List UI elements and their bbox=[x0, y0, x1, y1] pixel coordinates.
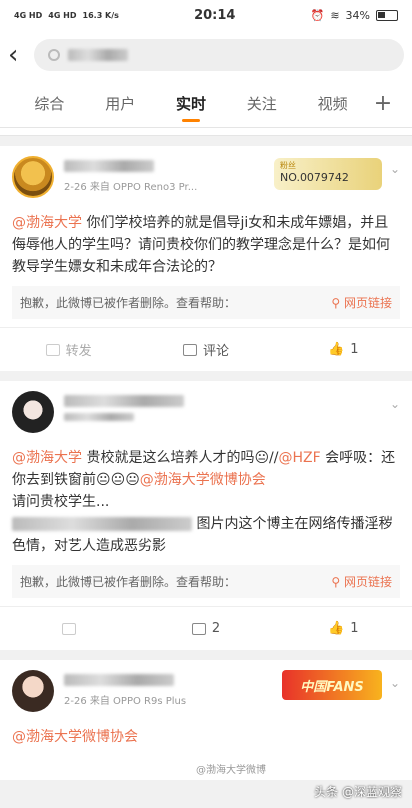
post-text: @渤海大学 你们学校培养的就是倡导ji女和未成年嫖娼，并且侮辱他人的学生吗？请问… bbox=[0, 208, 412, 286]
post-header: 2-26 来自 OPPO R9s Plus 中国FANS ⌄ bbox=[0, 660, 412, 722]
clock: 20:14 bbox=[194, 7, 236, 23]
deleted-notice: 抱歉，此微博已被作者删除。查看帮助： ⚲ 网页链接 bbox=[12, 565, 400, 598]
web-link-label: 网页链接 bbox=[343, 575, 392, 589]
blurred-text bbox=[12, 517, 192, 531]
search-row: ‹ bbox=[0, 30, 412, 80]
like-button[interactable]: 👍 1 bbox=[275, 342, 412, 357]
search-query-blurred bbox=[68, 49, 128, 61]
tab-comprehensive[interactable]: 综合 bbox=[14, 80, 85, 128]
repost-icon bbox=[61, 622, 76, 635]
mention-link[interactable]: @渤海大学微博协会 bbox=[12, 729, 138, 745]
battery-percent: 34% bbox=[345, 8, 370, 22]
battery-icon bbox=[375, 9, 398, 21]
tab-users[interactable]: 用户 bbox=[85, 80, 156, 128]
inline-watermark: @渤海大学微博 bbox=[196, 765, 266, 776]
username-blurred[interactable] bbox=[64, 395, 184, 407]
like-count: 1 bbox=[350, 621, 359, 636]
comment-label: 评论 bbox=[202, 344, 229, 359]
web-link-label: 网页链接 bbox=[343, 296, 392, 310]
tab-following[interactable]: 关注 bbox=[226, 80, 297, 128]
tab-bar: 综合 用户 实时 关注 视频 + bbox=[0, 80, 412, 128]
fan-badge: 粉丝 NO.0079742 bbox=[274, 158, 382, 190]
status-bar: 4G HD 4G HD 16.3 K/s 20:14 ⏰ ≋ 34% bbox=[0, 0, 412, 30]
previous-post-strip bbox=[0, 128, 412, 136]
post-actions: 转发 评论 👍 1 bbox=[0, 327, 412, 371]
post-actions: 2 👍 1 bbox=[0, 606, 412, 650]
username-blurred[interactable] bbox=[64, 674, 174, 686]
wifi-icon: ≋ bbox=[330, 8, 340, 22]
post-content: 贵校就是这么培养人才的吗😐// bbox=[82, 450, 279, 466]
mention-link[interactable]: @渤海大学 bbox=[12, 450, 82, 466]
fan-badge-title: 粉丝 bbox=[280, 161, 296, 170]
post-meta bbox=[64, 391, 400, 433]
source-watermark: 头条 @深蓝观察 bbox=[314, 785, 402, 799]
repost-button[interactable]: 转发 bbox=[0, 340, 137, 359]
search-icon bbox=[48, 49, 60, 61]
comment-button[interactable]: 2 bbox=[137, 621, 274, 636]
mention-link[interactable]: @HZF bbox=[278, 450, 320, 466]
chevron-down-icon[interactable]: ⌄ bbox=[390, 397, 400, 411]
deleted-notice-text: 抱歉，此微博已被作者删除。查看帮助： bbox=[20, 296, 237, 310]
post-text: @渤海大学 贵校就是这么培养人才的吗😐//@HZF 会呼吸：还你去到铁窗前😐😐😐… bbox=[0, 443, 412, 565]
mention-link[interactable]: @渤海大学微博协会 bbox=[140, 472, 266, 488]
like-button[interactable]: 👍 1 bbox=[275, 621, 412, 636]
post-header: ⌄ bbox=[0, 381, 412, 443]
comment-button[interactable]: 评论 bbox=[137, 340, 274, 359]
deleted-notice-text: 抱歉，此微博已被作者删除。查看帮助： bbox=[20, 575, 237, 589]
post-text: @渤海大学微博协会 bbox=[0, 722, 412, 756]
deleted-notice: 抱歉，此微博已被作者删除。查看帮助： ⚲ 网页链接 bbox=[12, 286, 400, 319]
post-content: 请问贵校学生... bbox=[12, 494, 110, 510]
comment-icon bbox=[191, 622, 206, 635]
add-tab-icon[interactable]: + bbox=[368, 91, 398, 116]
like-count: 1 bbox=[350, 342, 359, 357]
fan-badge-number: NO.0079742 bbox=[280, 171, 349, 184]
post-header: 2-26 来自 OPPO Reno3 Pr... 粉丝 NO.0079742 ⌄ bbox=[0, 146, 412, 208]
web-link[interactable]: ⚲ 网页链接 bbox=[331, 573, 392, 590]
avatar[interactable] bbox=[12, 391, 54, 433]
web-link[interactable]: ⚲ 网页链接 bbox=[331, 294, 392, 311]
alarm-icon: ⏰ bbox=[310, 8, 325, 22]
avatar[interactable] bbox=[12, 670, 54, 712]
avatar[interactable] bbox=[12, 156, 54, 198]
chevron-down-icon[interactable]: ⌄ bbox=[390, 162, 400, 176]
net-speed: 16.3 K/s bbox=[82, 10, 119, 20]
china-fans-badge: 中国FANS bbox=[282, 670, 382, 700]
back-icon[interactable]: ‹ bbox=[8, 42, 24, 68]
post-date-blurred bbox=[64, 413, 134, 421]
post-card: 2-26 来自 OPPO Reno3 Pr... 粉丝 NO.0079742 ⌄… bbox=[0, 146, 412, 371]
tab-video[interactable]: 视频 bbox=[297, 80, 368, 128]
signal-indicators: 4G HD 4G HD 16.3 K/s bbox=[14, 11, 119, 20]
repost-icon bbox=[45, 343, 60, 356]
tab-realtime[interactable]: 实时 bbox=[156, 80, 227, 128]
comment-count: 2 bbox=[211, 621, 221, 636]
mention-link[interactable]: @渤海大学 bbox=[12, 215, 82, 231]
repost-label: 转发 bbox=[65, 344, 92, 359]
search-input[interactable] bbox=[34, 39, 404, 71]
signal-2: 4G HD bbox=[48, 10, 77, 20]
signal-1: 4G HD bbox=[14, 10, 43, 20]
post-card: 2-26 来自 OPPO R9s Plus 中国FANS ⌄ @渤海大学微博协会… bbox=[0, 660, 412, 780]
comment-icon bbox=[182, 343, 197, 356]
status-right: ⏰ ≋ 34% bbox=[311, 9, 398, 22]
thumbs-up-icon: 👍 bbox=[328, 621, 345, 636]
chevron-down-icon[interactable]: ⌄ bbox=[390, 676, 400, 690]
post-card: ⌄ @渤海大学 贵校就是这么培养人才的吗😐//@HZF 会呼吸：还你去到铁窗前😐… bbox=[0, 381, 412, 650]
thumbs-up-icon: 👍 bbox=[328, 342, 345, 357]
repost-button[interactable] bbox=[0, 622, 137, 635]
username-blurred[interactable] bbox=[64, 160, 154, 172]
